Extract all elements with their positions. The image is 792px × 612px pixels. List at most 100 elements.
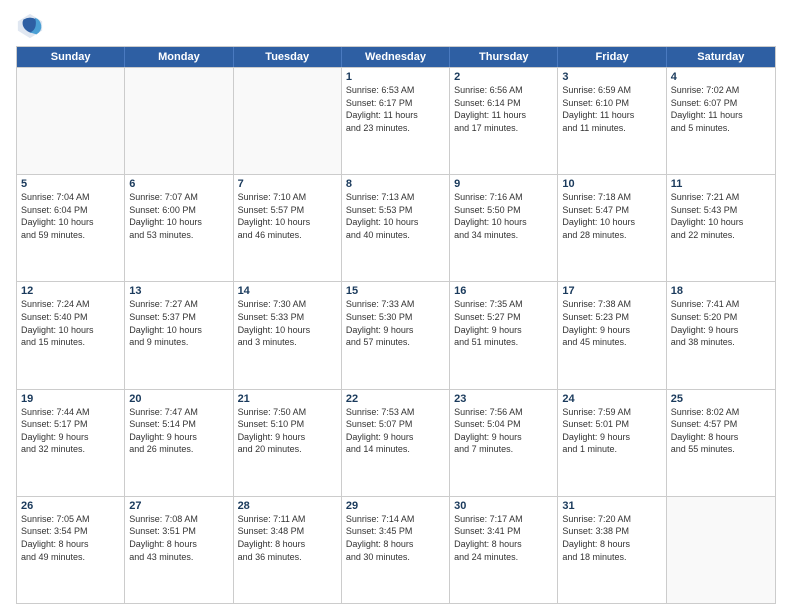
calendar-cell: 8Sunrise: 7:13 AM Sunset: 5:53 PM Daylig… <box>342 175 450 281</box>
cell-text: Sunrise: 7:16 AM Sunset: 5:50 PM Dayligh… <box>454 191 553 241</box>
cell-text: Sunrise: 7:17 AM Sunset: 3:41 PM Dayligh… <box>454 513 553 563</box>
cell-text: Sunrise: 7:13 AM Sunset: 5:53 PM Dayligh… <box>346 191 445 241</box>
cell-text: Sunrise: 7:53 AM Sunset: 5:07 PM Dayligh… <box>346 406 445 456</box>
day-number: 28 <box>238 500 337 512</box>
calendar-cell <box>125 68 233 174</box>
cell-text: Sunrise: 8:02 AM Sunset: 4:57 PM Dayligh… <box>671 406 771 456</box>
cell-text: Sunrise: 7:21 AM Sunset: 5:43 PM Dayligh… <box>671 191 771 241</box>
day-number: 6 <box>129 178 228 190</box>
day-number: 19 <box>21 393 120 405</box>
cell-text: Sunrise: 7:59 AM Sunset: 5:01 PM Dayligh… <box>562 406 661 456</box>
day-number: 5 <box>21 178 120 190</box>
cell-text: Sunrise: 7:33 AM Sunset: 5:30 PM Dayligh… <box>346 298 445 348</box>
weekday-header: Friday <box>558 47 666 67</box>
calendar: SundayMondayTuesdayWednesdayThursdayFrid… <box>16 46 776 604</box>
day-number: 11 <box>671 178 771 190</box>
day-number: 2 <box>454 71 553 83</box>
day-number: 17 <box>562 285 661 297</box>
day-number: 25 <box>671 393 771 405</box>
calendar-cell: 17Sunrise: 7:38 AM Sunset: 5:23 PM Dayli… <box>558 282 666 388</box>
calendar-cell: 25Sunrise: 8:02 AM Sunset: 4:57 PM Dayli… <box>667 390 775 496</box>
calendar-cell: 3Sunrise: 6:59 AM Sunset: 6:10 PM Daylig… <box>558 68 666 174</box>
calendar-cell: 11Sunrise: 7:21 AM Sunset: 5:43 PM Dayli… <box>667 175 775 281</box>
calendar-cell: 24Sunrise: 7:59 AM Sunset: 5:01 PM Dayli… <box>558 390 666 496</box>
calendar-body: 1Sunrise: 6:53 AM Sunset: 6:17 PM Daylig… <box>17 67 775 603</box>
calendar-row: 26Sunrise: 7:05 AM Sunset: 3:54 PM Dayli… <box>17 496 775 603</box>
calendar-cell: 13Sunrise: 7:27 AM Sunset: 5:37 PM Dayli… <box>125 282 233 388</box>
day-number: 7 <box>238 178 337 190</box>
day-number: 18 <box>671 285 771 297</box>
day-number: 14 <box>238 285 337 297</box>
day-number: 8 <box>346 178 445 190</box>
day-number: 12 <box>21 285 120 297</box>
cell-text: Sunrise: 7:07 AM Sunset: 6:00 PM Dayligh… <box>129 191 228 241</box>
cell-text: Sunrise: 7:08 AM Sunset: 3:51 PM Dayligh… <box>129 513 228 563</box>
cell-text: Sunrise: 6:56 AM Sunset: 6:14 PM Dayligh… <box>454 84 553 134</box>
cell-text: Sunrise: 7:44 AM Sunset: 5:17 PM Dayligh… <box>21 406 120 456</box>
day-number: 3 <box>562 71 661 83</box>
calendar-header: SundayMondayTuesdayWednesdayThursdayFrid… <box>17 47 775 67</box>
logo <box>16 12 48 40</box>
calendar-cell: 6Sunrise: 7:07 AM Sunset: 6:00 PM Daylig… <box>125 175 233 281</box>
page: SundayMondayTuesdayWednesdayThursdayFrid… <box>0 0 792 612</box>
cell-text: Sunrise: 7:04 AM Sunset: 6:04 PM Dayligh… <box>21 191 120 241</box>
day-number: 22 <box>346 393 445 405</box>
cell-text: Sunrise: 6:59 AM Sunset: 6:10 PM Dayligh… <box>562 84 661 134</box>
day-number: 15 <box>346 285 445 297</box>
cell-text: Sunrise: 7:41 AM Sunset: 5:20 PM Dayligh… <box>671 298 771 348</box>
calendar-cell: 26Sunrise: 7:05 AM Sunset: 3:54 PM Dayli… <box>17 497 125 603</box>
cell-text: Sunrise: 7:50 AM Sunset: 5:10 PM Dayligh… <box>238 406 337 456</box>
calendar-row: 1Sunrise: 6:53 AM Sunset: 6:17 PM Daylig… <box>17 67 775 174</box>
cell-text: Sunrise: 7:27 AM Sunset: 5:37 PM Dayligh… <box>129 298 228 348</box>
calendar-cell: 21Sunrise: 7:50 AM Sunset: 5:10 PM Dayli… <box>234 390 342 496</box>
calendar-cell <box>234 68 342 174</box>
cell-text: Sunrise: 7:14 AM Sunset: 3:45 PM Dayligh… <box>346 513 445 563</box>
cell-text: Sunrise: 7:05 AM Sunset: 3:54 PM Dayligh… <box>21 513 120 563</box>
calendar-cell: 10Sunrise: 7:18 AM Sunset: 5:47 PM Dayli… <box>558 175 666 281</box>
calendar-cell: 31Sunrise: 7:20 AM Sunset: 3:38 PM Dayli… <box>558 497 666 603</box>
day-number: 20 <box>129 393 228 405</box>
calendar-cell: 30Sunrise: 7:17 AM Sunset: 3:41 PM Dayli… <box>450 497 558 603</box>
cell-text: Sunrise: 7:47 AM Sunset: 5:14 PM Dayligh… <box>129 406 228 456</box>
cell-text: Sunrise: 7:35 AM Sunset: 5:27 PM Dayligh… <box>454 298 553 348</box>
cell-text: Sunrise: 7:11 AM Sunset: 3:48 PM Dayligh… <box>238 513 337 563</box>
calendar-cell: 2Sunrise: 6:56 AM Sunset: 6:14 PM Daylig… <box>450 68 558 174</box>
day-number: 30 <box>454 500 553 512</box>
calendar-cell: 27Sunrise: 7:08 AM Sunset: 3:51 PM Dayli… <box>125 497 233 603</box>
calendar-cell <box>667 497 775 603</box>
calendar-cell: 19Sunrise: 7:44 AM Sunset: 5:17 PM Dayli… <box>17 390 125 496</box>
calendar-cell: 14Sunrise: 7:30 AM Sunset: 5:33 PM Dayli… <box>234 282 342 388</box>
day-number: 24 <box>562 393 661 405</box>
calendar-cell: 20Sunrise: 7:47 AM Sunset: 5:14 PM Dayli… <box>125 390 233 496</box>
calendar-row: 12Sunrise: 7:24 AM Sunset: 5:40 PM Dayli… <box>17 281 775 388</box>
day-number: 10 <box>562 178 661 190</box>
calendar-cell: 1Sunrise: 6:53 AM Sunset: 6:17 PM Daylig… <box>342 68 450 174</box>
cell-text: Sunrise: 6:53 AM Sunset: 6:17 PM Dayligh… <box>346 84 445 134</box>
weekday-header: Thursday <box>450 47 558 67</box>
day-number: 21 <box>238 393 337 405</box>
calendar-cell: 23Sunrise: 7:56 AM Sunset: 5:04 PM Dayli… <box>450 390 558 496</box>
weekday-header: Sunday <box>17 47 125 67</box>
cell-text: Sunrise: 7:18 AM Sunset: 5:47 PM Dayligh… <box>562 191 661 241</box>
logo-icon <box>16 12 44 40</box>
day-number: 26 <box>21 500 120 512</box>
calendar-cell: 22Sunrise: 7:53 AM Sunset: 5:07 PM Dayli… <box>342 390 450 496</box>
calendar-cell: 4Sunrise: 7:02 AM Sunset: 6:07 PM Daylig… <box>667 68 775 174</box>
day-number: 23 <box>454 393 553 405</box>
calendar-cell: 12Sunrise: 7:24 AM Sunset: 5:40 PM Dayli… <box>17 282 125 388</box>
weekday-header: Monday <box>125 47 233 67</box>
calendar-cell: 7Sunrise: 7:10 AM Sunset: 5:57 PM Daylig… <box>234 175 342 281</box>
weekday-header: Wednesday <box>342 47 450 67</box>
calendar-row: 19Sunrise: 7:44 AM Sunset: 5:17 PM Dayli… <box>17 389 775 496</box>
calendar-row: 5Sunrise: 7:04 AM Sunset: 6:04 PM Daylig… <box>17 174 775 281</box>
day-number: 29 <box>346 500 445 512</box>
day-number: 16 <box>454 285 553 297</box>
day-number: 13 <box>129 285 228 297</box>
day-number: 4 <box>671 71 771 83</box>
calendar-cell: 5Sunrise: 7:04 AM Sunset: 6:04 PM Daylig… <box>17 175 125 281</box>
weekday-header: Saturday <box>667 47 775 67</box>
cell-text: Sunrise: 7:02 AM Sunset: 6:07 PM Dayligh… <box>671 84 771 134</box>
cell-text: Sunrise: 7:38 AM Sunset: 5:23 PM Dayligh… <box>562 298 661 348</box>
cell-text: Sunrise: 7:10 AM Sunset: 5:57 PM Dayligh… <box>238 191 337 241</box>
cell-text: Sunrise: 7:30 AM Sunset: 5:33 PM Dayligh… <box>238 298 337 348</box>
